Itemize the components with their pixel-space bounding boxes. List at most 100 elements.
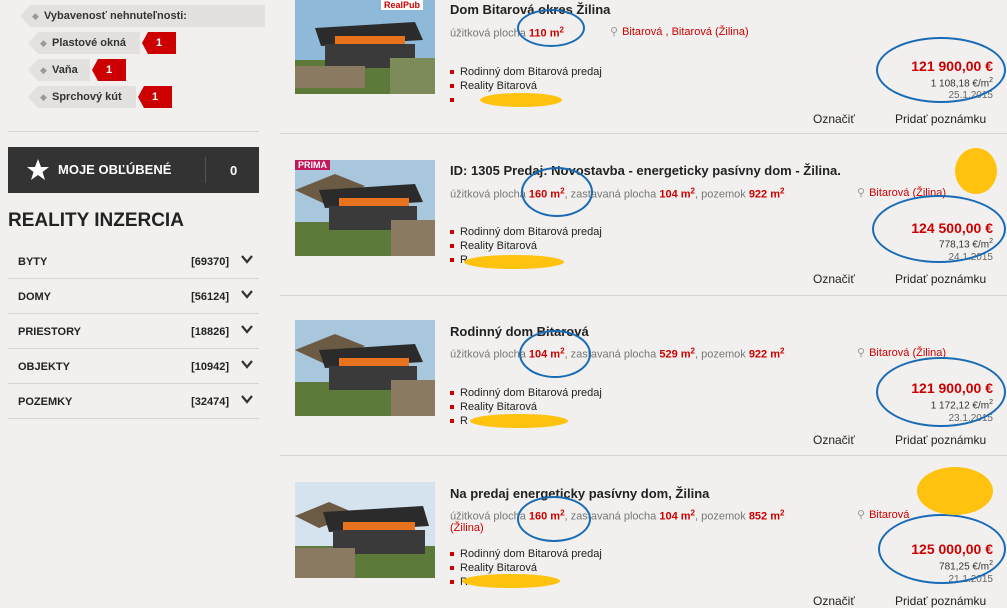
listing-meta: úžitková plocha 160 m2, zastavaná plocha…	[450, 186, 785, 201]
listing-thumbnail[interactable]	[295, 320, 435, 416]
annotation-circle	[872, 195, 1006, 263]
location-pin-icon: ⚲	[610, 26, 619, 38]
annotation-circle	[521, 167, 593, 217]
listing-location-region[interactable]: (Žilina)	[450, 522, 484, 534]
built-value: 104 m	[659, 510, 691, 523]
redaction-blob	[462, 574, 560, 588]
location-text: Bitarová , Bitarová (Žilina)	[622, 26, 749, 38]
category-name: OBJEKTY	[18, 361, 70, 373]
feature-item[interactable]: Reality Bitarová	[450, 80, 537, 92]
built-value: 529 m	[659, 348, 691, 361]
filter-tag-label: Sprchový kút	[52, 91, 122, 103]
category-priestory[interactable]: PRIESTORY [18826]	[8, 314, 259, 349]
area-label: úžitková plocha	[450, 188, 526, 201]
land-value: 922 m	[748, 188, 781, 201]
land-value: 852 m	[748, 510, 781, 523]
favorites-count: 0	[230, 163, 238, 178]
remove-icon[interactable]: ◆	[40, 86, 47, 108]
filter-tag-plastove-okna[interactable]: ◆ Plastové okná	[28, 32, 140, 54]
annotation-circle	[519, 330, 591, 378]
category-name: BYTY	[18, 256, 48, 268]
house-photo	[295, 160, 435, 256]
favorites-label: MOJE OBĽÚBENÉ	[58, 162, 172, 177]
built-value: 104 m	[659, 188, 691, 201]
add-note-link[interactable]: Pridať poznámku	[895, 112, 986, 126]
redaction-blob	[470, 414, 568, 428]
category-pozemky[interactable]: POZEMKY [32474]	[8, 384, 259, 419]
listing-thumbnail[interactable]: PRIMA	[295, 160, 435, 256]
location-pin-icon: ⚲	[857, 509, 866, 521]
chevron-down-icon[interactable]	[241, 323, 253, 335]
location-pin-icon: ⚲	[857, 187, 866, 199]
category-count: [10942]	[191, 361, 229, 373]
area-label: úžitková plocha	[450, 348, 526, 361]
add-note-link[interactable]: Pridať poznámku	[895, 433, 986, 447]
feature-item[interactable]: Reality Bitarová	[450, 401, 537, 413]
house-photo	[295, 320, 435, 416]
listing-title[interactable]: ID: 1305 Predaj: Novostavba - energetick…	[450, 163, 841, 178]
feature-item[interactable]: Rodinný dom Bitarová predaj	[450, 387, 602, 399]
listing-meta: úžitková plocha 160 m2, zastavaná plocha…	[450, 508, 785, 523]
redaction-blob	[917, 467, 993, 515]
filter-count-badge: 1	[142, 32, 176, 54]
filter-title-label: Vybavenosť nehnuteľnosti:	[44, 10, 187, 22]
listing-location[interactable]: ⚲ Bitarová , Bitarová (Žilina)	[610, 25, 749, 38]
divider	[8, 131, 259, 132]
listing-location[interactable]: ⚲ Bitarová	[857, 508, 909, 521]
area-label: úžitková plocha	[450, 27, 526, 40]
section-title: REALITY INZERCIA	[8, 210, 184, 231]
location-pin-icon: ⚲	[857, 347, 866, 359]
remove-icon[interactable]: ◆	[40, 59, 47, 81]
annotation-circle	[878, 514, 1006, 584]
mark-link[interactable]: Označiť	[813, 433, 855, 447]
category-count: [56124]	[191, 291, 229, 303]
feature-item[interactable]: Rodinný dom Bitarová predaj	[450, 66, 602, 78]
divider	[205, 157, 206, 183]
feature-item[interactable]: Rodinný dom Bitarová predaj	[450, 548, 602, 560]
category-byty[interactable]: BYTY [69370]	[8, 244, 259, 279]
redaction-blob	[480, 93, 562, 107]
filter-tag-sprchovy-kut[interactable]: ◆ Sprchový kút	[28, 86, 136, 108]
filter-title[interactable]: ◆ Vybavenosť nehnuteľnosti:	[20, 5, 265, 27]
house-photo	[295, 482, 435, 578]
location-text: Bitarová	[869, 509, 910, 521]
mark-link[interactable]: Označiť	[813, 272, 855, 286]
category-domy[interactable]: DOMY [56124]	[8, 279, 259, 314]
listing-title[interactable]: Na predaj energeticky pasívny dom, Žilin…	[450, 486, 709, 501]
area-label: úžitková plocha	[450, 510, 526, 523]
feature-item[interactable]: R	[450, 415, 468, 427]
chevron-down-icon[interactable]	[241, 393, 253, 405]
listing-thumbnail[interactable]	[295, 482, 435, 578]
feature-item[interactable]	[450, 94, 460, 106]
chevron-down-icon[interactable]	[241, 358, 253, 370]
listing-thumbnail[interactable]: RealPub	[295, 0, 435, 94]
category-name: DOMY	[18, 291, 51, 303]
category-objekty[interactable]: OBJEKTY [10942]	[8, 349, 259, 384]
annotation-circle	[517, 496, 591, 542]
mark-link[interactable]: Označiť	[813, 594, 855, 608]
feature-item[interactable]: Reality Bitarová	[450, 240, 537, 252]
feature-item[interactable]: Reality Bitarová	[450, 562, 537, 574]
thumb-badge: RealPub	[381, 0, 424, 10]
star-icon	[27, 159, 49, 180]
add-note-link[interactable]: Pridať poznámku	[895, 272, 986, 286]
filter-count-badge: 1	[92, 59, 126, 81]
category-name: POZEMKY	[18, 396, 73, 408]
add-note-link[interactable]: Pridať poznámku	[895, 594, 986, 608]
redaction-blob	[464, 255, 564, 269]
land-label: , pozemok	[695, 348, 746, 361]
category-count: [69370]	[191, 256, 229, 268]
annotation-circle	[517, 9, 585, 47]
filter-tag-vana[interactable]: ◆ Vaňa	[28, 59, 90, 81]
chevron-down-icon[interactable]	[241, 253, 253, 265]
land-label: , pozemok	[695, 510, 746, 523]
chevron-down-icon[interactable]	[241, 288, 253, 300]
favorites-button[interactable]: MOJE OBĽÚBENÉ 0	[8, 147, 259, 193]
feature-item[interactable]: Rodinný dom Bitarová predaj	[450, 226, 602, 238]
land-value: 922 m	[748, 348, 781, 361]
remove-icon[interactable]: ◆	[40, 32, 47, 54]
mark-link[interactable]: Označiť	[813, 112, 855, 126]
category-count: [32474]	[191, 396, 229, 408]
remove-icon[interactable]: ◆	[32, 5, 39, 27]
house-photo	[295, 0, 435, 94]
